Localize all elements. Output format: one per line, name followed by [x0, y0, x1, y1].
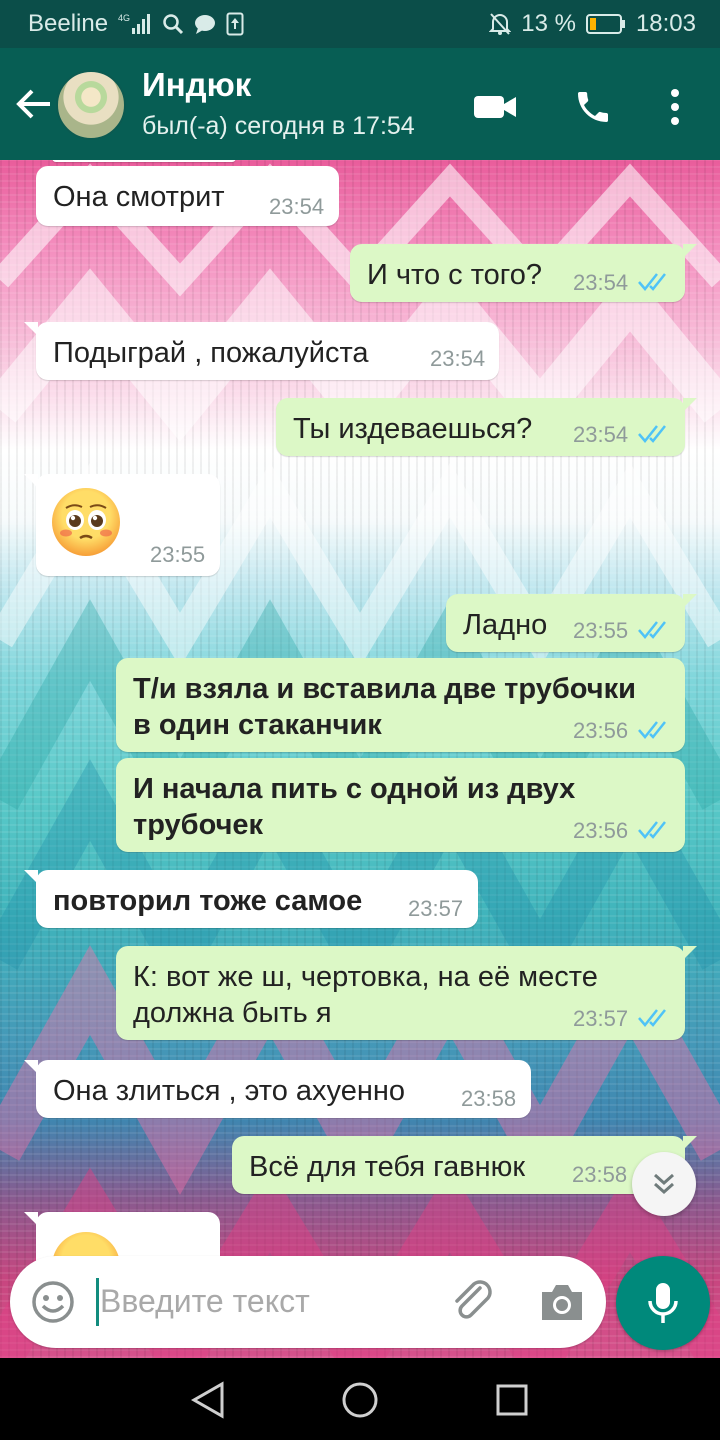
attach-paperclip-icon[interactable]	[448, 1278, 496, 1326]
message-outgoing[interactable]: Т/и взяла и вставила две трубочки в один…	[116, 658, 685, 752]
message-incoming-emoji[interactable]: 23:55	[24, 474, 220, 576]
message-text-line-1: Т/и взяла и вставила две трубочки	[133, 673, 636, 705]
scroll-to-bottom-button[interactable]	[632, 1152, 696, 1216]
read-ticks-icon	[638, 721, 666, 739]
read-ticks-icon	[638, 621, 666, 639]
more-vert-icon[interactable]	[652, 84, 698, 130]
status-bar: Beeline 4G 13 % 18:03	[0, 0, 720, 48]
message-text: повторил тоже самое	[53, 885, 363, 917]
nav-recents-icon[interactable]	[490, 1378, 534, 1422]
message-text: Она злиться , это ахуенно	[53, 1075, 406, 1107]
message-time: 23:57	[408, 896, 464, 921]
chat-wallpaper[interactable]: Она смотрит 23:54 И что с того? 23:54 По…	[0, 160, 720, 1358]
chat-header: Индюк был(-а) сегодня в 17:54	[0, 48, 720, 160]
nav-back-icon[interactable]	[186, 1378, 230, 1422]
message-outgoing[interactable]: И начала пить с одной из двух трубочек 2…	[116, 758, 685, 852]
message-text-line-2: трубочек	[133, 809, 264, 841]
network-type-label: 4G	[118, 13, 130, 23]
read-ticks-icon	[638, 1009, 666, 1027]
message-outgoing[interactable]: И что с того? 23:54	[350, 244, 697, 302]
read-ticks-icon	[638, 821, 666, 839]
camera-icon[interactable]	[538, 1280, 586, 1324]
message-incoming[interactable]: Она злиться , это ахуенно 23:58	[24, 1060, 531, 1118]
message-time: 23:56	[573, 718, 629, 743]
message-text-line-1: И начала пить с одной из двух	[133, 773, 576, 805]
battery-percent: 13 %	[521, 10, 576, 37]
message-time: 23:58	[572, 1162, 628, 1187]
message-text: Подыграй , пожалуйста	[53, 337, 369, 369]
message-text: И что с того?	[367, 259, 542, 291]
message-time: 23:54	[573, 422, 629, 447]
message-composer: Введите текст	[10, 1256, 606, 1348]
carrier-label: Beeline	[28, 10, 109, 37]
message-incoming[interactable]: Она смотрит 23:54	[36, 166, 339, 226]
mute-bell-icon	[489, 12, 512, 36]
double-chevron-down-icon	[654, 1173, 674, 1195]
message-time: 23:54	[269, 194, 325, 219]
pleading-face-emoji	[52, 488, 120, 556]
emoji-icon[interactable]	[30, 1279, 76, 1325]
message-incoming[interactable]: Подыграй , пожалуйста 23:54	[24, 322, 499, 380]
text-caret	[96, 1278, 99, 1326]
contact-name[interactable]: Индюк	[142, 66, 251, 104]
message-time: 23:54	[430, 346, 486, 371]
message-outgoing[interactable]: Ты издеваешься? 23:54	[276, 398, 697, 456]
message-text: Она смотрит	[53, 181, 225, 213]
signal-icon: 4G	[118, 12, 152, 36]
video-call-icon[interactable]	[472, 84, 518, 130]
read-ticks-icon	[638, 273, 666, 291]
back-arrow-icon[interactable]	[14, 84, 54, 124]
message-input[interactable]: Введите текст	[100, 1283, 310, 1320]
message-text-line-1: К: вот же ш, чертовка, на её месте	[133, 961, 598, 993]
battery-icon	[585, 13, 626, 35]
message-outgoing[interactable]: Всё для тебя гавнюк 23:58	[232, 1136, 697, 1194]
microphone-icon	[648, 1283, 678, 1323]
message-time: 23:55	[150, 542, 206, 567]
message-text-line-2: в один стаканчик	[133, 709, 382, 741]
message-outgoing[interactable]: Ладно 23:55	[446, 594, 697, 652]
nav-home-icon[interactable]	[338, 1378, 382, 1422]
message-text: Ты издеваешься?	[293, 413, 533, 445]
avatar[interactable]	[56, 70, 126, 140]
voice-record-button[interactable]	[616, 1256, 710, 1350]
message-time: 23:54	[573, 270, 629, 295]
phone-icon[interactable]	[570, 84, 616, 130]
message-text: Всё для тебя гавнюк	[249, 1151, 526, 1183]
message-time: 23:57	[573, 1006, 629, 1031]
search-icon	[162, 13, 184, 35]
message-incoming[interactable]: повторил тоже самое 23:57	[24, 870, 478, 928]
read-ticks-icon	[638, 425, 666, 443]
system-navigation-bar	[0, 1358, 720, 1440]
last-seen-status: был(-а) сегодня в 17:54	[142, 112, 415, 140]
message-text-line-2: должна быть я	[133, 997, 332, 1029]
chat-bubble-icon	[194, 13, 216, 35]
message-time: 23:56	[573, 818, 629, 843]
message-time: 23:58	[461, 1086, 517, 1111]
clock: 18:03	[635, 10, 696, 37]
message-text: Ладно	[463, 609, 548, 641]
message-time: 23:55	[573, 618, 629, 643]
message-outgoing[interactable]: К: вот же ш, чертовка, на её месте должн…	[116, 946, 697, 1040]
upload-icon	[226, 12, 244, 36]
message-incoming-cut[interactable]	[52, 160, 236, 162]
